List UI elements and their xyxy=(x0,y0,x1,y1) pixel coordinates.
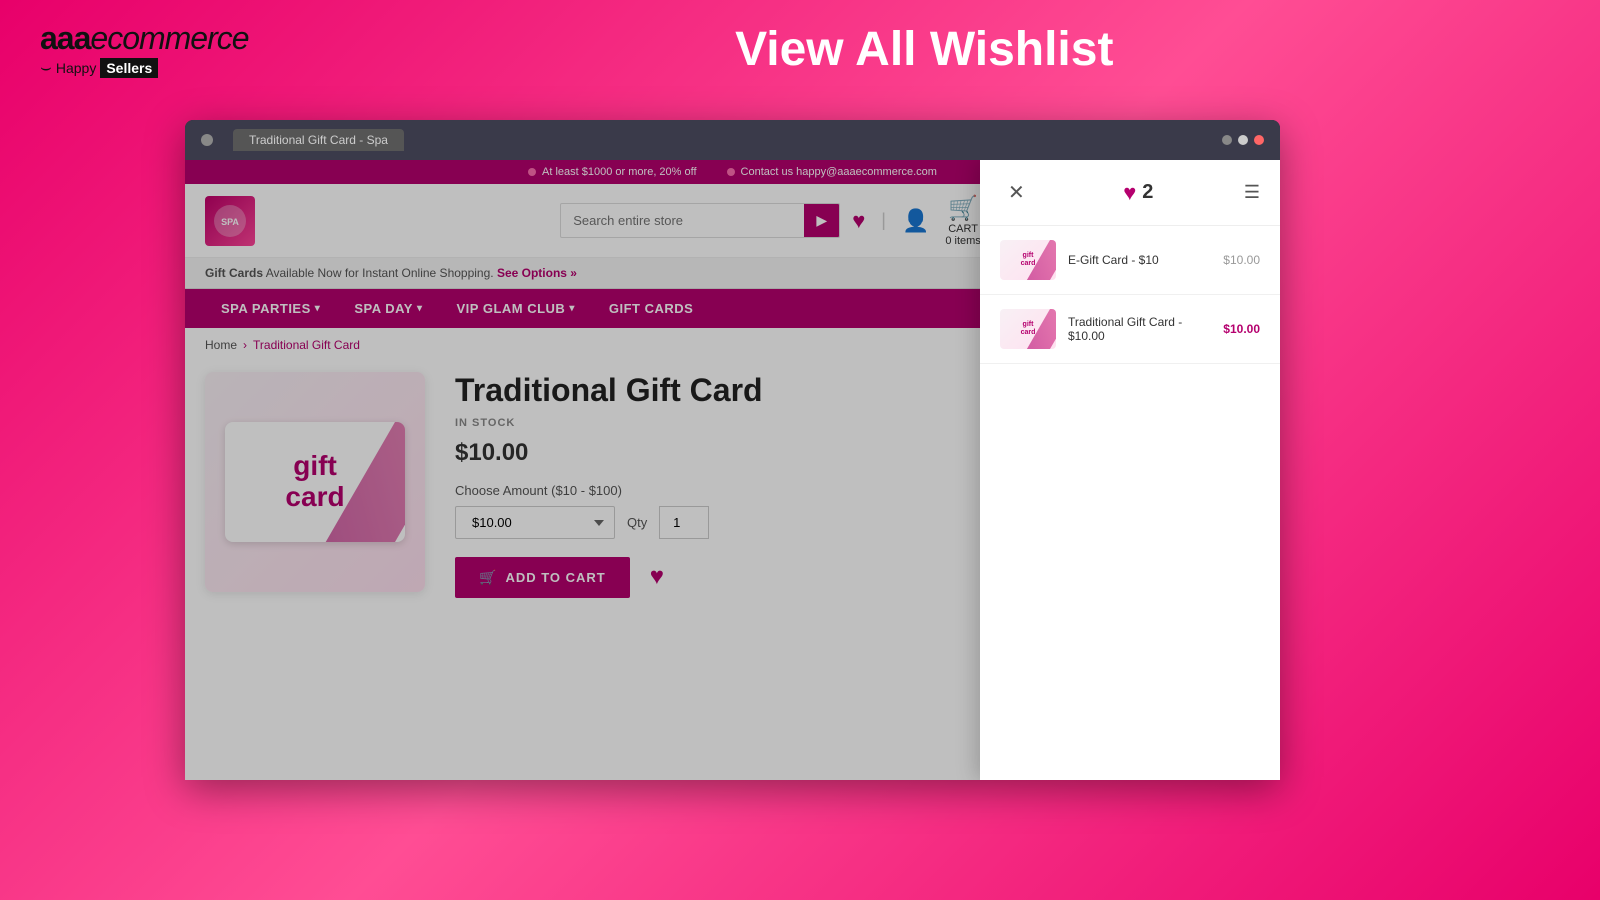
promo-available-text: Available Now for Instant Online Shoppin… xyxy=(266,266,494,280)
notif-text-2: Contact us happy@aaaecommerce.com xyxy=(741,166,937,178)
wishlist-item-price-2: $10.00 xyxy=(1223,322,1260,336)
search-box: ▶ xyxy=(560,203,840,238)
notif-dot-2 xyxy=(727,168,735,176)
nav-label-gift-cards: GIFT CARDS xyxy=(609,301,693,316)
notif-item-1: At least $1000 or more, 20% off xyxy=(528,166,697,178)
logo-sub: ⌣ Happy Sellers xyxy=(40,57,249,78)
notif-text-1: At least $1000 or more, 20% off xyxy=(542,166,697,178)
amount-select[interactable]: $10.00 $25.00 $50.00 $75.00 $100.00 xyxy=(455,506,615,539)
wishlist-item-name-1: E-Gift Card - $10 xyxy=(1068,253,1211,267)
wishlist-item-1: giftcard E-Gift Card - $10 $10.00 xyxy=(980,226,1280,295)
dot-gray xyxy=(201,134,213,146)
cart-label: CART xyxy=(948,223,978,235)
qty-input[interactable] xyxy=(659,506,709,539)
svg-text:SPA: SPA xyxy=(221,217,239,227)
nav-item-spa-parties[interactable]: SPA PARTIES ▾ xyxy=(205,289,336,328)
nav-chevron-spa-parties: ▾ xyxy=(315,303,321,314)
wish-img-text-1: giftcard xyxy=(1021,252,1036,267)
cart-icon-box[interactable]: 🛒 CART 0 items xyxy=(945,194,980,247)
logo-area: aaaecommerce ⌣ Happy Sellers xyxy=(40,20,249,78)
nav-chevron-spa-day: ▾ xyxy=(417,303,423,314)
browser-tab[interactable]: Traditional Gift Card - Spa xyxy=(233,129,404,151)
wishlist-item-img-2: giftcard xyxy=(1000,309,1056,349)
store-logo-area: SPA xyxy=(205,196,265,246)
nav-item-vip-glam[interactable]: VIP GLAM CLUB ▾ xyxy=(441,289,591,328)
logo-brand: ecommerce xyxy=(90,20,248,56)
wishlist-menu-button[interactable]: ☰ xyxy=(1244,182,1260,203)
store-content: At least $1000 or more, 20% off Contact … xyxy=(185,160,1280,780)
wishlist-item-name-2: Traditional Gift Card - $10.00 xyxy=(1068,315,1211,343)
nav-label-vip-glam: VIP GLAM CLUB xyxy=(457,301,566,316)
logo-prefix: aaa xyxy=(40,20,90,56)
cart-items: 0 items xyxy=(945,235,980,247)
nav-item-gift-cards[interactable]: GIFT CARDS xyxy=(593,289,709,328)
wishlist-close-button[interactable]: ✕ xyxy=(1000,176,1033,209)
wishlist-heart-button[interactable]: ♥ xyxy=(642,555,672,599)
top-bar: aaaecommerce ⌣ Happy Sellers View All Wi… xyxy=(0,0,1600,98)
header-heart-icon[interactable]: ♥ xyxy=(852,208,865,234)
wishlist-heart-icon: ♥ xyxy=(1123,180,1136,206)
cart-icon: 🛒 xyxy=(948,194,978,223)
logo-sellers: Sellers xyxy=(100,58,158,78)
cart-area: ♥ | 👤 🛒 CART 0 items xyxy=(852,194,981,247)
search-button[interactable]: ▶ xyxy=(804,204,839,237)
wishlist-item-info-1: E-Gift Card - $10 xyxy=(1068,253,1211,267)
browser-chrome: Traditional Gift Card - Spa xyxy=(185,120,1280,160)
add-to-cart-label: ADD TO CART xyxy=(505,570,605,585)
promo-gift-cards: Gift Cards xyxy=(205,266,263,280)
gift-card-visual: giftcard xyxy=(225,422,405,542)
breadcrumb-separator: › xyxy=(243,338,247,352)
cart-btn-icon: 🛒 xyxy=(479,569,497,586)
see-options-link[interactable]: See Options » xyxy=(497,266,577,280)
window-dot-3 xyxy=(1254,135,1264,145)
add-to-cart-button[interactable]: 🛒 ADD TO CART xyxy=(455,557,630,598)
product-image: giftcard xyxy=(205,372,425,592)
notif-item-2: Contact us happy@aaaecommerce.com xyxy=(727,166,937,178)
nav-label-spa-day: SPA DAY xyxy=(354,301,413,316)
store-logo: SPA xyxy=(205,196,255,246)
wishlist-header: ✕ ♥ 2 ☰ xyxy=(980,160,1280,226)
logo-happy: Happy xyxy=(56,60,96,76)
browser-window-controls xyxy=(1222,135,1264,145)
qty-label: Qty xyxy=(627,515,647,530)
breadcrumb-current: Traditional Gift Card xyxy=(253,338,360,352)
wishlist-item-info-2: Traditional Gift Card - $10.00 xyxy=(1068,315,1211,343)
nav-item-spa-day[interactable]: SPA DAY ▾ xyxy=(338,289,438,328)
wishlist-item-price-1: $10.00 xyxy=(1223,253,1260,267)
gift-card-text: giftcard xyxy=(285,451,344,513)
search-input[interactable] xyxy=(561,205,804,236)
wishlist-panel: ✕ ♥ 2 ☰ giftcard E-Gift Card - $10 $10.0… xyxy=(980,160,1280,780)
nav-chevron-vip-glam: ▾ xyxy=(569,303,575,314)
page-title: View All Wishlist xyxy=(289,22,1560,77)
wishlist-count: 2 xyxy=(1142,181,1153,204)
smile-icon: ⌣ xyxy=(40,57,52,78)
wishlist-item-2: giftcard Traditional Gift Card - $10.00 … xyxy=(980,295,1280,364)
window-dot-2 xyxy=(1238,135,1248,145)
browser-dots xyxy=(201,134,213,146)
divider: | xyxy=(881,210,886,231)
breadcrumb-home[interactable]: Home xyxy=(205,338,237,352)
wish-img-text-2: giftcard xyxy=(1021,321,1036,336)
logo-text: aaaecommerce xyxy=(40,20,249,57)
nav-label-spa-parties: SPA PARTIES xyxy=(221,301,311,316)
browser-window: Traditional Gift Card - Spa At least $10… xyxy=(185,120,1280,780)
window-dot-1 xyxy=(1222,135,1232,145)
browser-tab-label: Traditional Gift Card - Spa xyxy=(249,133,388,147)
wishlist-count-area: ♥ 2 xyxy=(1045,180,1232,206)
wishlist-item-img-1: giftcard xyxy=(1000,240,1056,280)
notif-dot-1 xyxy=(528,168,536,176)
user-icon[interactable]: 👤 xyxy=(902,208,929,234)
